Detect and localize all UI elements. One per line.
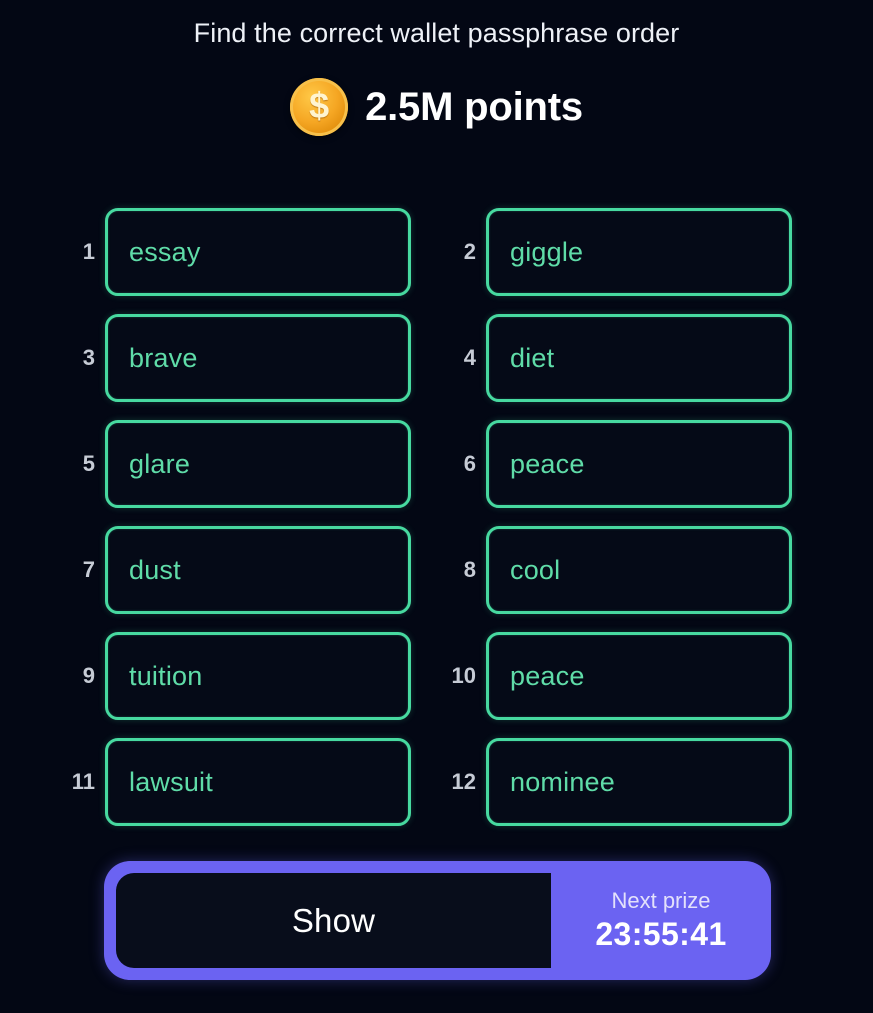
word-index: 9: [82, 663, 95, 688]
word-cell: 2 giggle: [443, 208, 792, 296]
word-index: 6: [463, 451, 476, 476]
word-box-1[interactable]: essay: [105, 208, 411, 296]
word-index: 7: [82, 557, 95, 582]
coin-dollar-icon: $: [290, 78, 349, 136]
word-label: brave: [129, 342, 198, 373]
passphrase-grid: 1 essay 2 giggle 3 brave 4 diet 5 glare …: [0, 208, 873, 844]
word-box-7[interactable]: dust: [105, 526, 411, 614]
word-label: lawsuit: [129, 766, 213, 797]
points-amount: 2.5M points: [365, 84, 583, 129]
word-box-8[interactable]: cool: [486, 526, 792, 614]
word-index: 8: [463, 557, 476, 582]
word-label: peace: [510, 660, 585, 691]
word-cell: 6 peace: [443, 420, 792, 508]
word-cell: 7 dust: [62, 526, 411, 614]
word-box-11[interactable]: lawsuit: [105, 738, 411, 826]
show-button-label: Show: [291, 901, 376, 939]
word-cell: 10 peace: [443, 632, 792, 720]
word-cell: 1 essay: [62, 208, 411, 296]
word-box-2[interactable]: giggle: [486, 208, 792, 296]
word-row: 5 glare 6 peace: [0, 420, 873, 508]
word-box-5[interactable]: glare: [105, 420, 411, 508]
word-label: giggle: [510, 236, 584, 267]
word-label: glare: [129, 448, 191, 479]
word-cell: 11 lawsuit: [62, 738, 411, 826]
word-box-6[interactable]: peace: [486, 420, 792, 508]
word-index: 3: [82, 345, 95, 370]
word-box-10[interactable]: peace: [486, 632, 792, 720]
next-prize-timer[interactable]: Next prize 23:55:41: [551, 861, 771, 980]
word-index: 5: [82, 451, 95, 476]
next-prize-label: Next prize: [611, 888, 711, 913]
word-label: cool: [510, 554, 561, 585]
word-cell: 9 tuition: [62, 632, 411, 720]
word-box-9[interactable]: tuition: [105, 632, 411, 720]
word-cell: 4 diet: [443, 314, 792, 402]
word-row: 11 lawsuit 12 nominee: [0, 738, 873, 826]
page-title: Find the correct wallet passphrase order: [193, 18, 680, 48]
word-box-3[interactable]: brave: [105, 314, 411, 402]
points-banner: $ 2.5M points: [0, 78, 873, 136]
word-cell: 8 cool: [443, 526, 792, 614]
word-box-4[interactable]: diet: [486, 314, 792, 402]
word-index: 12: [451, 769, 476, 794]
next-prize-countdown: 23:55:41: [595, 916, 727, 952]
word-label: peace: [510, 448, 585, 479]
dollar-glyph: $: [309, 85, 330, 126]
word-row: 3 brave 4 diet: [0, 314, 873, 402]
word-row: 7 dust 8 cool: [0, 526, 873, 614]
app-screen: Find the correct wallet passphrase order…: [0, 0, 873, 1013]
word-box-12[interactable]: nominee: [486, 738, 792, 826]
show-button[interactable]: Show: [116, 873, 551, 968]
word-label: dust: [129, 554, 181, 585]
word-index: 11: [71, 769, 95, 794]
word-label: essay: [129, 236, 201, 267]
word-label: diet: [510, 342, 555, 373]
word-index: 4: [463, 345, 476, 370]
action-bar: Show Next prize 23:55:41: [104, 861, 771, 980]
word-label: tuition: [129, 660, 203, 691]
word-cell: 5 glare: [62, 420, 411, 508]
word-row: 1 essay 2 giggle: [0, 208, 873, 296]
word-cell: 12 nominee: [443, 738, 792, 826]
word-row: 9 tuition 10 peace: [0, 632, 873, 720]
word-index: 2: [463, 239, 476, 264]
word-index: 10: [451, 663, 476, 688]
word-cell: 3 brave: [62, 314, 411, 402]
word-index: 1: [82, 239, 95, 264]
word-label: nominee: [510, 766, 615, 797]
